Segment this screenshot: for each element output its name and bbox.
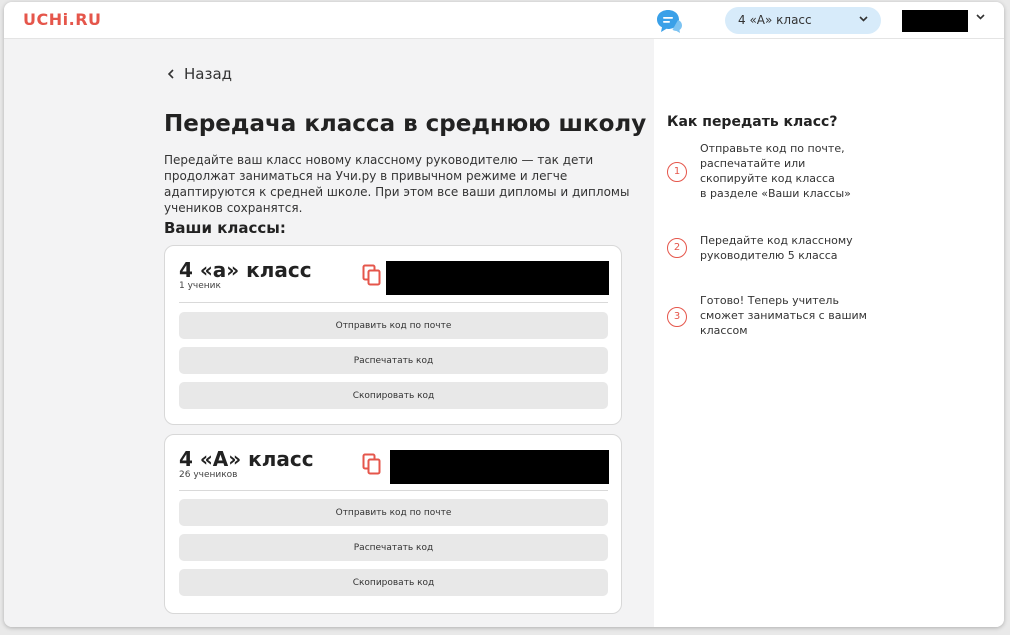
- copy-code-button[interactable]: Скопировать код: [179, 382, 608, 409]
- class-selector[interactable]: 4 «А» класс: [725, 7, 881, 34]
- back-label: Назад: [184, 65, 233, 83]
- step-text: Передайте код классному руководителю 5 к…: [700, 234, 853, 262]
- chevron-left-icon: [168, 69, 174, 79]
- chevron-down-icon: [859, 16, 868, 22]
- top-header: UCHi.RU 4 «А» класс: [4, 2, 1004, 39]
- copy-icon[interactable]: [362, 264, 382, 286]
- class-card: 4 «а» класс 1 ученик Отправить код по по…: [164, 245, 622, 425]
- user-menu-chevron-icon[interactable]: [976, 14, 985, 20]
- print-code-button[interactable]: Распечатать код: [179, 534, 608, 561]
- step-number: 3: [667, 307, 687, 327]
- class-name: 4 «А» класс: [179, 447, 314, 471]
- logo[interactable]: UCHi.RU: [23, 10, 102, 29]
- send-code-email-button[interactable]: Отправить код по почте: [179, 499, 608, 526]
- student-count: 1 ученик: [179, 281, 221, 291]
- page-title: Передача класса в среднюю школу: [164, 111, 647, 137]
- step-number: 1: [667, 162, 687, 182]
- chat-icon[interactable]: [655, 8, 683, 34]
- class-name: 4 «а» класс: [179, 258, 312, 282]
- intro-text: Передайте ваш класс новому классному рук…: [164, 153, 630, 215]
- step-text: Готово! Теперь учитель сможет заниматься…: [700, 294, 867, 337]
- divider: [179, 302, 608, 303]
- student-count: 26 учеников: [179, 470, 238, 480]
- app-window: UCHi.RU 4 «А» класс Назад Передача класс…: [4, 2, 1004, 627]
- classes-section-title: Ваши классы:: [164, 219, 286, 237]
- user-name-redacted[interactable]: [902, 10, 968, 32]
- class-selector-value: 4 «А» класс: [738, 13, 812, 27]
- send-code-email-button[interactable]: Отправить код по почте: [179, 312, 608, 339]
- class-card: 4 «А» класс 26 учеников Отправить код по…: [164, 434, 622, 614]
- back-link[interactable]: Назад: [168, 63, 232, 85]
- class-code-redacted: [390, 450, 609, 484]
- copy-code-button[interactable]: Скопировать код: [179, 569, 608, 596]
- step-text: Отправьте код по почте, распечатайте или…: [700, 142, 851, 200]
- step-number: 2: [667, 238, 687, 258]
- class-code-redacted: [386, 261, 609, 295]
- copy-icon[interactable]: [362, 453, 382, 475]
- print-code-button[interactable]: Распечатать код: [179, 347, 608, 374]
- divider: [179, 490, 608, 491]
- help-title: Как передать класс?: [667, 114, 838, 130]
